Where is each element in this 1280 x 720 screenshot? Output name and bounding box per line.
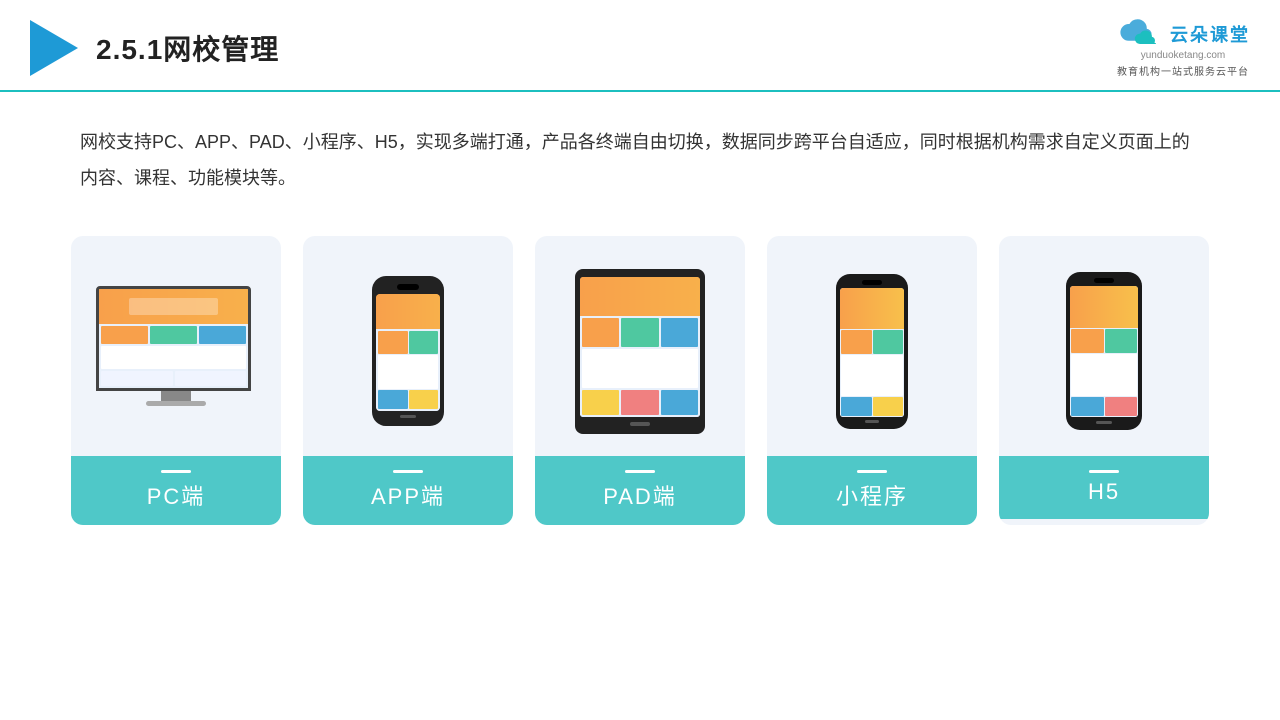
card-miniapp: 小程序 (767, 236, 977, 525)
pc-base (146, 401, 206, 406)
tablet-mockup (575, 269, 705, 434)
mini-phone-home-button (865, 420, 879, 423)
card-label-bar-pad (625, 470, 655, 473)
description-paragraph: 网校支持PC、APP、PAD、小程序、H5，实现多端打通，产品各终端自由切换，数… (80, 124, 1200, 196)
pc-stand (161, 391, 191, 401)
logo-text: 云朵课堂 (1170, 21, 1250, 47)
mini-phone-screen (840, 288, 904, 417)
card-h5-label: H5 (999, 456, 1209, 519)
header-left: 2.5.1网校管理 (30, 20, 279, 76)
h5-phone-screen (1070, 286, 1138, 417)
app-phone-mockup (372, 276, 444, 426)
card-pc-label: PC端 (71, 456, 281, 525)
card-pc-image (71, 236, 281, 456)
header: 2.5.1网校管理 云朵课堂 yunduoketang.com 教育机构一站式服… (0, 0, 1280, 92)
tablet-home-button (630, 422, 650, 426)
card-label-bar (161, 470, 191, 473)
miniapp-phone-mockup (836, 274, 908, 429)
card-app: APP端 (303, 236, 513, 525)
logo-domain: yunduoketang.com (1141, 50, 1226, 61)
card-pc: PC端 (71, 236, 281, 525)
h5-phone-home-button (1096, 421, 1112, 424)
card-pad: PAD端 (535, 236, 745, 525)
card-label-bar-h5 (1089, 470, 1119, 473)
tablet-screen (580, 277, 700, 417)
card-h5: H5 (999, 236, 1209, 525)
platform-cards: PC端 (0, 226, 1280, 525)
logo-tagline: 教育机构一站式服务云平台 (1117, 63, 1249, 78)
card-h5-image (999, 236, 1209, 456)
pc-mockup (96, 286, 256, 416)
brand-logo: 云朵课堂 yunduoketang.com 教育机构一站式服务云平台 (1116, 18, 1250, 78)
phone-screen (376, 294, 440, 411)
page-title: 2.5.1网校管理 (96, 28, 279, 68)
cloud-icon (1116, 18, 1164, 50)
card-app-image (303, 236, 513, 456)
card-pad-label: PAD端 (535, 456, 745, 525)
card-label-bar-app (393, 470, 423, 473)
card-app-label: APP端 (303, 456, 513, 525)
h5-phone-notch (1094, 278, 1114, 283)
phone-notch (397, 284, 419, 290)
card-miniapp-image (767, 236, 977, 456)
pc-screen (96, 286, 251, 391)
phone-home-button (400, 415, 416, 418)
mini-phone-notch (862, 280, 882, 285)
h5-phone-mockup (1066, 272, 1142, 430)
card-miniapp-label: 小程序 (767, 456, 977, 525)
cloud-logo: 云朵课堂 (1116, 18, 1250, 50)
card-pad-image (535, 236, 745, 456)
description-text: 网校支持PC、APP、PAD、小程序、H5，实现多端打通，产品各终端自由切换，数… (0, 92, 1280, 216)
logo-triangle-icon (30, 20, 78, 76)
card-label-bar-miniapp (857, 470, 887, 473)
